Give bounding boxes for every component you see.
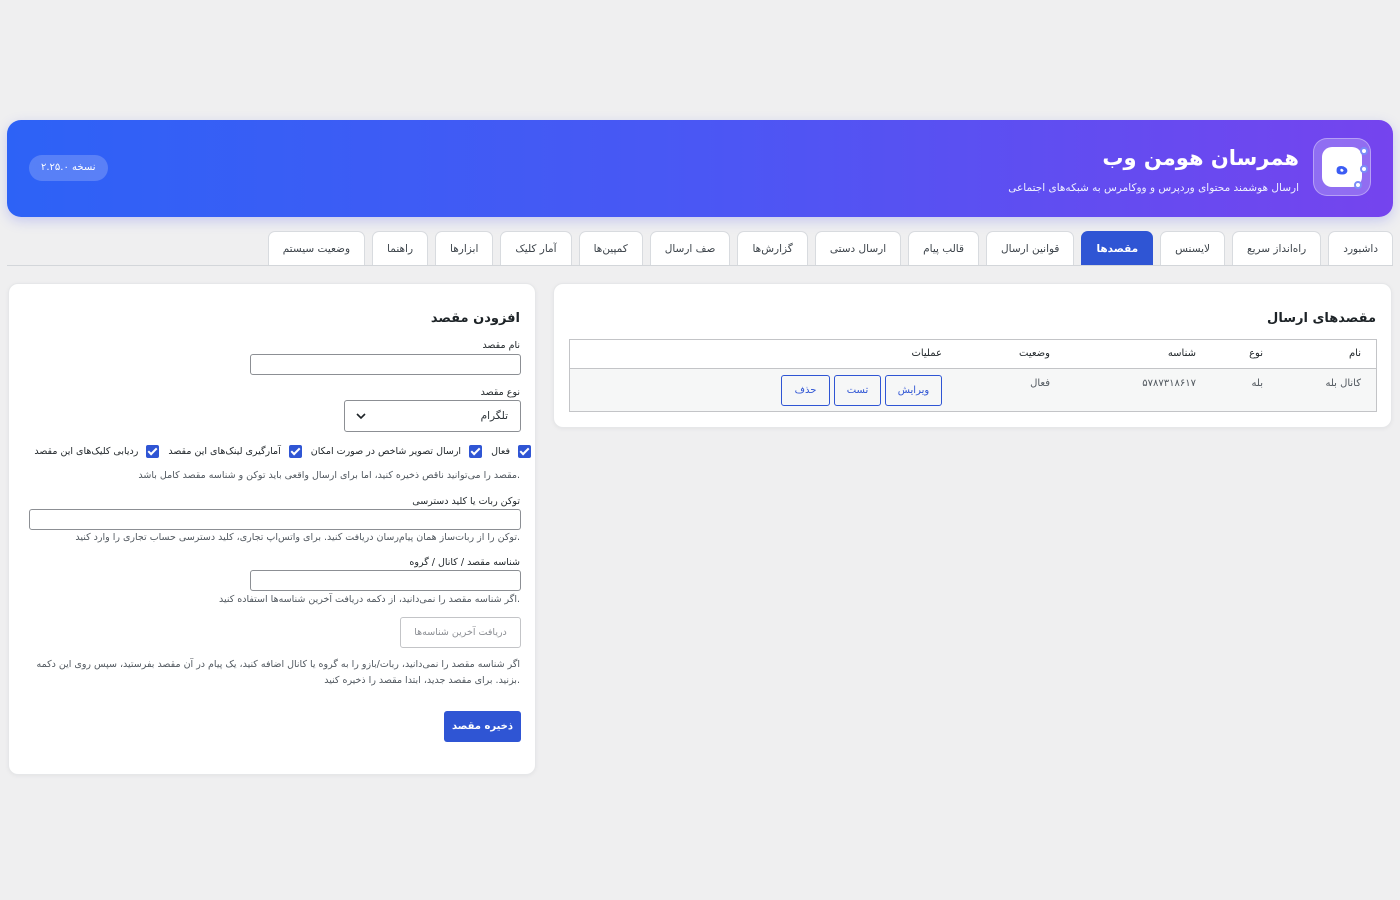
logo-node-icon — [1360, 165, 1368, 173]
row-name: کانال بله — [1325, 378, 1361, 389]
type-select-value: تلگرام — [480, 410, 508, 422]
tab-system-status[interactable]: وضعیت سیستم — [267, 231, 366, 266]
save-destination-button[interactable]: ذخیره مقصد — [444, 711, 521, 742]
fetch-ids-button[interactable]: دریافت آخرین شناسه‌ها — [400, 617, 521, 648]
checkbox-icon[interactable] — [146, 444, 160, 458]
token-label: توکن ربات یا کلید دسترسی — [412, 496, 520, 507]
token-hint: توکن را از ربات‌ساز همان پیام‌رسان دریاف… — [75, 532, 520, 543]
tab-reports[interactable]: گزارش‌ها — [737, 231, 808, 266]
row-type: بله — [1251, 378, 1263, 389]
tab-message-template[interactable]: قالب پیام — [908, 231, 980, 266]
table-header: نام نوع شناسه وضعیت عملیات — [570, 340, 1376, 369]
tab-help[interactable]: راهنما — [372, 231, 429, 266]
active-label: فعال — [491, 445, 510, 457]
help-text: اگر شناسه مقصد را نمی‌دانید، ربات/بازو ر… — [36, 659, 521, 686]
click-tracking-label: ردیابی کلیک‌های این مقصد — [34, 445, 139, 457]
token-field[interactable] — [29, 509, 521, 530]
checkbox-icon[interactable] — [518, 444, 531, 458]
tab-tools[interactable]: ابزارها — [435, 231, 494, 266]
tab-send-queue[interactable]: صف ارسال — [649, 231, 731, 266]
column-status: وضعیت — [1019, 348, 1050, 359]
chat-id-field[interactable] — [250, 570, 521, 591]
chevron-down-icon — [356, 413, 366, 420]
name-label: نام مقصد — [482, 340, 520, 351]
logo-node-icon — [1354, 181, 1362, 189]
form-title: افزودن مقصد — [430, 311, 520, 326]
type-select[interactable]: تلگرام — [344, 400, 521, 432]
tab-campaigns[interactable]: کمپین‌ها — [578, 231, 643, 266]
save-note: مقصد را می‌توانید ناقص ذخیره کنید، اما ب… — [138, 470, 520, 481]
link-stats-checkbox-item[interactable]: آمارگیری لینک‌های این مقصد — [168, 444, 302, 458]
destinations-table: نام نوع شناسه وضعیت عملیات کانال بله بله… — [569, 339, 1377, 412]
featured-image-label: ارسال تصویر شاخص در صورت امکان — [310, 445, 462, 457]
test-button[interactable]: تست — [834, 375, 881, 406]
edit-button[interactable]: ویرایش — [885, 375, 942, 406]
featured-image-checkbox-item[interactable]: ارسال تصویر شاخص در صورت امکان — [310, 444, 483, 458]
click-tracking-checkbox-item[interactable]: ردیابی کلیک‌های این مقصد — [34, 444, 160, 458]
type-label: نوع مقصد — [480, 387, 520, 398]
destinations-card: مقصدهای ارسال نام نوع شناسه وضعیت عملیات… — [553, 283, 1392, 428]
add-destination-card: افزودن مقصد نام مقصد نوع مقصد تلگرام فعا… — [8, 283, 536, 775]
column-name: نام — [1348, 348, 1361, 359]
chat-id-hint: اگر شناسه مقصد را نمی‌دانید، از دکمه دری… — [219, 594, 520, 605]
column-actions: عملیات — [911, 348, 942, 359]
version-badge: نسخه ۲.۲۵.۰ — [29, 155, 108, 181]
tabs-divider — [7, 265, 1393, 266]
checkbox-icon[interactable] — [288, 444, 302, 458]
app-header: ه همرسان هومن وب ارسال هوشمند محتوای ورد… — [7, 120, 1393, 217]
row-id: ۵۷۸۷۳۱۸۶۱۷ — [1142, 378, 1196, 389]
tab-send-rules[interactable]: قوانین ارسال — [986, 231, 1075, 266]
active-checkbox-item[interactable]: فعال — [491, 444, 531, 458]
logo-node-icon — [1360, 147, 1368, 155]
app-title: همرسان هومن وب — [1102, 146, 1299, 170]
destinations-title: مقصدهای ارسال — [1267, 311, 1376, 326]
options-row: فعال ارسال تصویر شاخص در صورت امکان آمار… — [29, 442, 531, 460]
tab-license[interactable]: لایسنس — [1160, 231, 1225, 266]
delete-button[interactable]: حذف — [781, 375, 830, 406]
column-type: نوع — [1249, 348, 1263, 359]
tab-click-stats[interactable]: آمار کلیک — [500, 231, 572, 266]
tab-manual-send[interactable]: ارسال دستی — [814, 231, 902, 266]
tab-dashboard[interactable]: داشبورد — [1328, 231, 1393, 266]
checkbox-icon[interactable] — [469, 444, 483, 458]
app-logo: ه — [1313, 138, 1371, 196]
table-row: کانال بله بله ۵۷۸۷۳۱۸۶۱۷ فعال ویرایش تست… — [570, 369, 1376, 411]
name-field[interactable] — [250, 354, 521, 375]
row-status: فعال — [1030, 378, 1050, 389]
chat-id-label: شناسه مقصد / کانال / گروه — [409, 557, 520, 568]
tab-destinations[interactable]: مقصدها — [1081, 231, 1154, 266]
nav-tabs: داشبورد راه‌انداز سریع لایسنس مقصدها قوا… — [267, 231, 1393, 266]
column-id: شناسه — [1167, 348, 1196, 359]
tab-quick-setup[interactable]: راه‌انداز سریع — [1231, 231, 1322, 266]
link-stats-label: آمارگیری لینک‌های این مقصد — [168, 445, 281, 457]
app-subtitle: ارسال هوشمند محتوای وردپرس و ووکامرس به … — [1008, 182, 1299, 194]
